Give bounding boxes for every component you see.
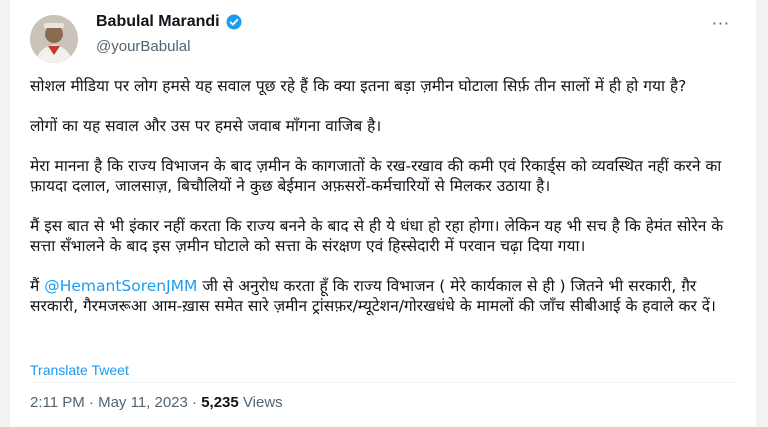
- tweet-paragraph-5: मैं @HemantSorenJMM जी से अनुरोध करता हू…: [30, 276, 742, 316]
- avatar-photo-icon: [30, 15, 78, 63]
- tweet-card: Babulal Marandi @yourBabulal ··· सोशल मी…: [10, 0, 756, 427]
- mention-link[interactable]: @HemantSorenJMM: [44, 277, 197, 295]
- views-label: Views: [238, 394, 283, 411]
- tweet-text: सोशल मीडिया पर लोग हमसे यह सवाल पूछ रहे …: [30, 76, 742, 336]
- tweet-paragraph-5-prefix: मैं: [30, 277, 45, 295]
- timestamp[interactable]: 2:11 PM · May 11, 2023 ·: [30, 394, 201, 411]
- views-count: 5,235: [201, 394, 239, 411]
- author-name[interactable]: Babulal Marandi: [96, 13, 220, 31]
- avatar[interactable]: [30, 15, 78, 63]
- translate-tweet-link[interactable]: Translate Tweet: [30, 362, 129, 378]
- tweet-paragraph-4: मैं इस बात से भी इंकार नहीं करता कि राज्…: [30, 217, 724, 255]
- author-name-row[interactable]: Babulal Marandi: [96, 13, 243, 31]
- divider: [30, 382, 736, 383]
- author-handle[interactable]: @yourBabulal: [96, 38, 190, 55]
- tweet-meta: 2:11 PM · May 11, 2023 · 5,235 Views: [30, 394, 283, 411]
- tweet-paragraph-1: सोशल मीडिया पर लोग हमसे यह सवाल पूछ रहे …: [30, 77, 687, 95]
- more-options-icon[interactable]: ···: [712, 14, 730, 33]
- tweet-paragraph-3: मेरा मानना है कि राज्य विभाजन के बाद ज़म…: [30, 157, 722, 195]
- verified-badge-icon: [226, 14, 242, 30]
- tweet-paragraph-2: लोगों का यह सवाल और उस पर हमसे जवाब माँग…: [30, 117, 382, 135]
